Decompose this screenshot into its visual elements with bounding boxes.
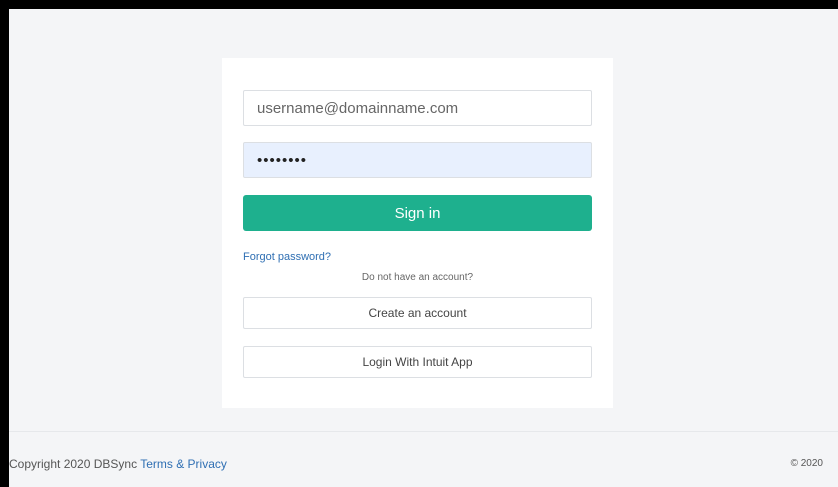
- no-account-text: Do not have an account?: [361, 272, 474, 283]
- footer-copyright: Copyright 2020 DBSync Terms & Privacy: [9, 457, 227, 471]
- footer-year: © 2020: [790, 458, 823, 469]
- login-with-intuit-button[interactable]: Login With Intuit App: [243, 346, 592, 378]
- login-card: Sign in Forgot password? Do not have an …: [222, 58, 613, 408]
- footer-divider: [9, 431, 838, 432]
- sign-in-button[interactable]: Sign in: [243, 195, 592, 231]
- login-page: Sign in Forgot password? Do not have an …: [9, 9, 838, 487]
- email-input[interactable]: [243, 90, 592, 126]
- password-input[interactable]: [243, 142, 592, 178]
- copyright-text: Copyright 2020 DBSync: [9, 457, 138, 471]
- terms-privacy-link[interactable]: Terms & Privacy: [140, 457, 227, 471]
- create-account-button[interactable]: Create an account: [243, 297, 592, 329]
- forgot-password-link[interactable]: Forgot password?: [243, 251, 331, 263]
